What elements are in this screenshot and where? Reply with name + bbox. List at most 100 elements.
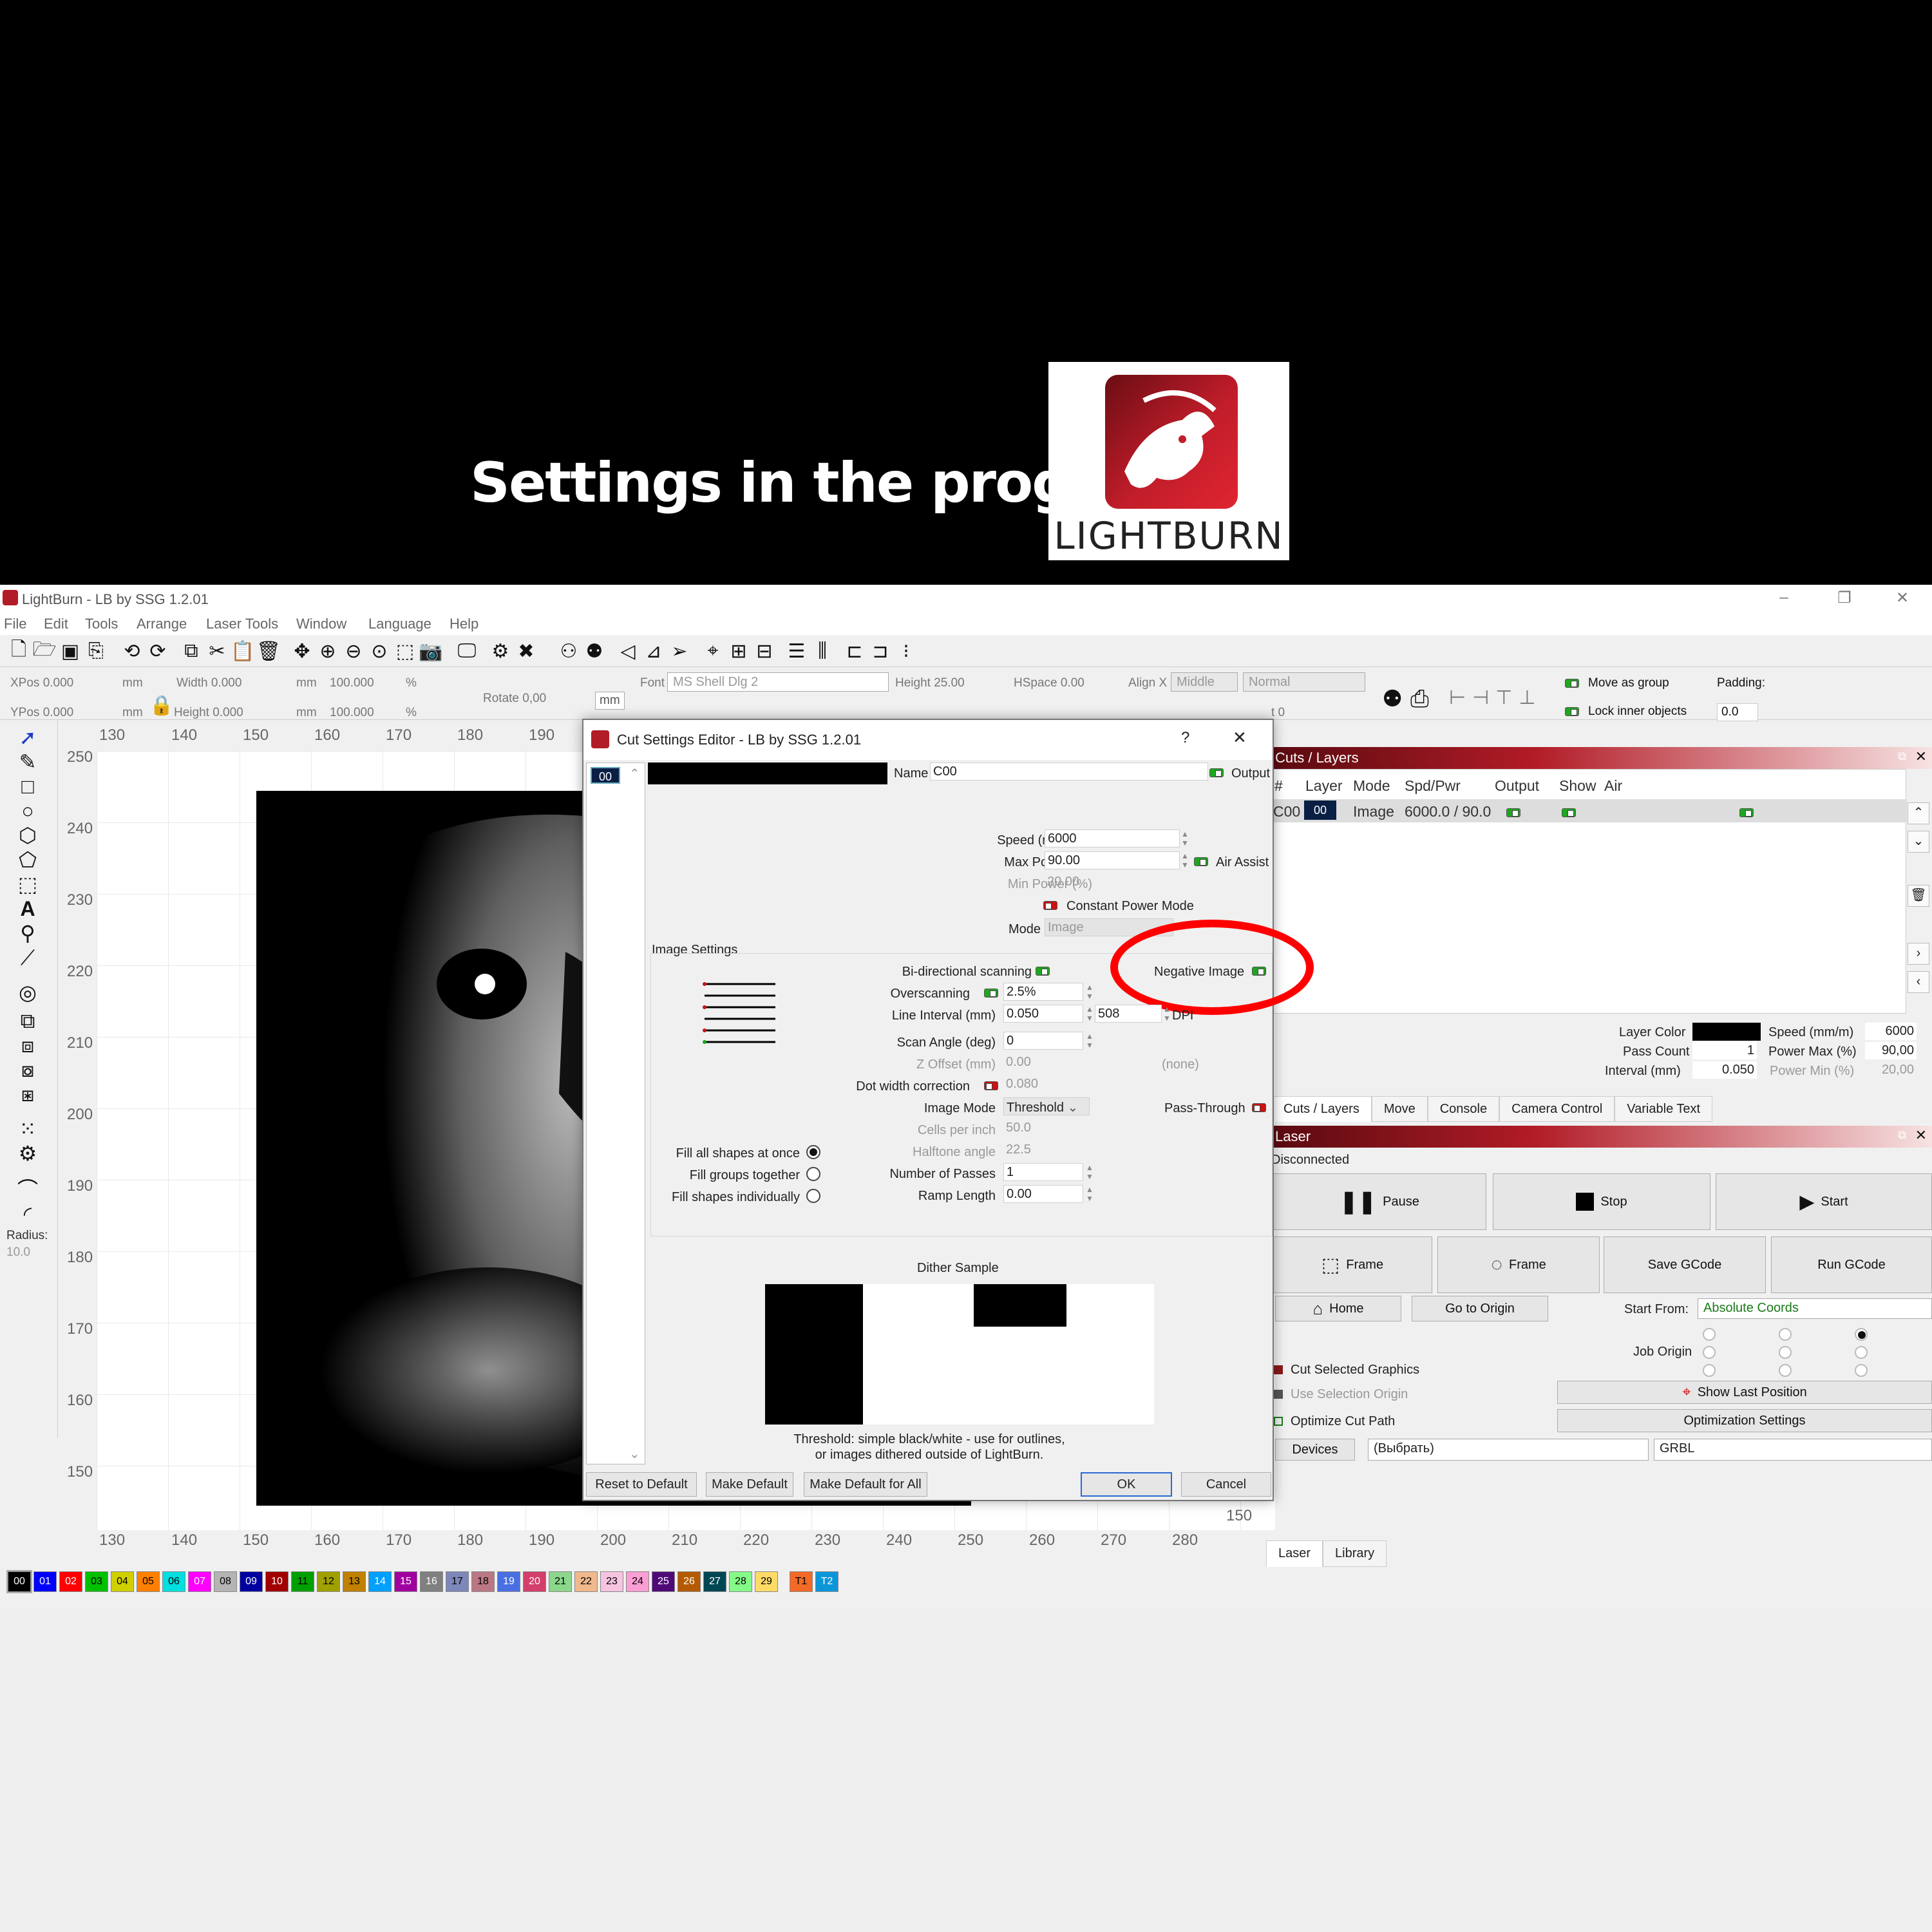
pass-count-input[interactable]: 1 (1692, 1042, 1757, 1059)
frame-round-button[interactable]: ◌ Frame (1437, 1236, 1600, 1293)
ramp-input[interactable]: 0.00 (1003, 1185, 1083, 1203)
spinner-icon[interactable]: ▲ ▼ (1086, 983, 1094, 1001)
boolean-union-icon[interactable]: ⧉ (14, 1009, 41, 1033)
arrow-right-icon[interactable]: › (1908, 943, 1929, 965)
origin-radio[interactable] (1855, 1328, 1868, 1341)
menu-edit[interactable]: Edit (44, 616, 68, 632)
palette-swatch-16[interactable]: 16 (420, 1571, 443, 1592)
open-folder-icon[interactable]: 🗁 (32, 639, 56, 662)
layer-list-item[interactable]: 00 (591, 767, 620, 784)
select-arrow-icon[interactable]: ➚ (14, 725, 41, 750)
align-icon[interactable]: ⊞ (728, 640, 750, 662)
cells-input[interactable]: 50.0 (1003, 1119, 1083, 1137)
palette-swatch-23[interactable]: 23 (600, 1571, 623, 1592)
palette-swatch-03[interactable]: 03 (85, 1571, 108, 1592)
stop-button[interactable]: Stop (1493, 1173, 1710, 1230)
make-default-for-all-button[interactable]: Make Default for All (804, 1472, 927, 1497)
air-assist-toggle[interactable] (1194, 854, 1208, 869)
dashed-rect-icon[interactable]: ⬚ (14, 872, 41, 896)
width-field[interactable]: Width 0.000 (176, 676, 242, 690)
layer-color-swatch[interactable] (1692, 1023, 1761, 1041)
printer-icon[interactable]: ⎙ (1410, 685, 1429, 713)
zoom-out-icon[interactable]: ⊖ (343, 640, 365, 662)
image-mode-select[interactable]: Threshold ⌄ (1003, 1097, 1090, 1115)
start-button[interactable]: ▶ Start (1716, 1173, 1932, 1230)
palette-swatch-25[interactable]: 25 (652, 1571, 675, 1592)
zoom-selection-icon[interactable]: ⬚ (394, 640, 416, 662)
dock-icon[interactable]: ⊏ (844, 640, 866, 662)
palette-swatch-07[interactable]: 07 (188, 1571, 211, 1592)
float-icon[interactable]: ⧉ (1898, 750, 1906, 763)
palette-swatch-19[interactable]: 19 (497, 1571, 520, 1592)
fill-individually-radio[interactable] (806, 1189, 820, 1203)
menu-tools[interactable]: Tools (85, 616, 118, 632)
home-button[interactable]: ⌂ Home (1275, 1296, 1401, 1321)
float-icon[interactable]: ⧉ (1898, 1128, 1906, 1142)
tab-variable-text[interactable]: Variable Text (1615, 1096, 1713, 1122)
power-min-input[interactable]: 20,00 (1865, 1061, 1917, 1079)
t-field[interactable]: t 0 (1271, 706, 1285, 720)
palette-swatch-21[interactable]: 21 (549, 1571, 572, 1592)
origin-radio[interactable] (1855, 1364, 1868, 1377)
dpi-input[interactable]: 508 (1095, 1005, 1162, 1023)
output-toggle[interactable] (1506, 803, 1520, 820)
use-selection-origin-toggle[interactable] (1274, 1390, 1283, 1399)
origin-radio[interactable] (1779, 1346, 1792, 1359)
tab-laser[interactable]: Laser (1266, 1540, 1323, 1567)
align-center-icon[interactable]: ⊟ (753, 640, 775, 662)
palette-swatch-02[interactable]: 02 (59, 1571, 82, 1592)
ok-button[interactable]: OK (1081, 1472, 1172, 1497)
hspace-field[interactable]: HSpace 0.00 (1014, 676, 1084, 690)
palette-swatch-t1[interactable]: T1 (790, 1571, 813, 1592)
constant-power-toggle[interactable] (1043, 898, 1057, 913)
menu-file[interactable]: File (4, 616, 26, 632)
spinner-icon[interactable]: ▲ ▼ (1181, 829, 1189, 848)
palette-swatch-11[interactable]: 11 (291, 1571, 314, 1592)
palette-swatch-08[interactable]: 08 (214, 1571, 237, 1592)
bidir-toggle[interactable] (1036, 963, 1050, 978)
palette-swatch-06[interactable]: 06 (162, 1571, 185, 1592)
palette-swatch-18[interactable]: 18 (471, 1571, 495, 1592)
split-icon[interactable]: ⊐ (869, 640, 891, 662)
distribute-v-icon[interactable]: ⫼ (811, 640, 833, 662)
palette-swatch-14[interactable]: 14 (368, 1571, 392, 1592)
spinner-icon[interactable]: ▲ ▼ (1086, 1032, 1094, 1050)
menu-window[interactable]: Window (296, 616, 346, 632)
ungroup-icon[interactable]: ⚉ (583, 640, 605, 662)
tab-cuts-layers[interactable]: Cuts / Layers (1271, 1096, 1372, 1122)
weld-icon[interactable]: ⚉ (1382, 685, 1403, 712)
move-up-icon[interactable]: ⌃ (1908, 802, 1929, 824)
new-file-icon[interactable]: 🗋 (8, 639, 30, 662)
rotate-field[interactable]: Rotate 0,00 (483, 692, 546, 706)
spinner-icon[interactable]: ▲ ▼ (1086, 1185, 1094, 1203)
origin-radio[interactable] (1703, 1346, 1716, 1359)
tab-move[interactable]: Move (1371, 1096, 1428, 1122)
xpos-field[interactable]: XPos 0.000 (10, 676, 73, 690)
optimization-settings-button[interactable]: Optimization Settings (1557, 1409, 1932, 1432)
save-as-icon[interactable]: ⎘ (85, 640, 107, 662)
pen-icon[interactable]: ✎ (14, 750, 41, 774)
pass-through-toggle[interactable] (1252, 1100, 1266, 1115)
height-pct[interactable]: 100.000 (330, 706, 374, 720)
fill-groups-radio[interactable] (806, 1167, 820, 1181)
passes-input[interactable]: 1 (1003, 1163, 1083, 1181)
weld-shapes-icon[interactable]: ⧆ (14, 1082, 41, 1106)
run-gcode-button[interactable]: Run GCode (1771, 1236, 1932, 1293)
origin-radio[interactable] (1779, 1364, 1792, 1377)
min-power-input[interactable]: 20.00 (1045, 873, 1180, 891)
max-power-input[interactable]: 90.00 (1045, 851, 1180, 869)
palette-swatch-28[interactable]: 28 (729, 1571, 752, 1592)
menu-help[interactable]: Help (450, 616, 478, 632)
origin-radio[interactable] (1855, 1346, 1868, 1359)
boolean-diff-icon[interactable]: ⧈ (14, 1033, 41, 1057)
dot-width-input[interactable]: 0.080 (1003, 1075, 1083, 1094)
speed-input[interactable]: 6000 (1045, 829, 1180, 848)
origin-radio[interactable] (1779, 1328, 1792, 1341)
unit-toggle[interactable]: mm (595, 692, 625, 710)
help-icon[interactable]: ? (1181, 729, 1189, 747)
cut-selected-toggle[interactable] (1274, 1365, 1283, 1374)
spinner-icon[interactable]: ▲ ▼ (1086, 1005, 1094, 1023)
offset-icon[interactable]: ◎ (14, 980, 41, 1005)
line-interval-input[interactable]: 0.050 (1003, 1005, 1083, 1023)
height-field[interactable]: Height 0.000 (174, 706, 243, 720)
